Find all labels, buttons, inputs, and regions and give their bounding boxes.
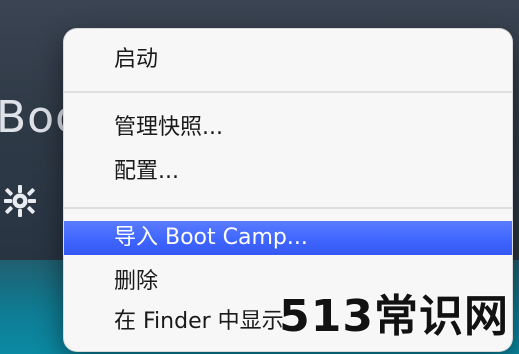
menu-separator xyxy=(64,207,512,209)
menu-item-start[interactable]: 启动 xyxy=(64,43,512,77)
menu-item-manage-snapshots[interactable]: 管理快照... xyxy=(64,111,512,145)
watermark: 513常识网 xyxy=(279,291,509,342)
menu-item-configure[interactable]: 配置... xyxy=(64,155,512,189)
menu-separator xyxy=(64,91,512,93)
menu-item-import-boot-camp[interactable]: 导入 Boot Camp... xyxy=(64,221,512,255)
gear-icon xyxy=(4,185,36,217)
